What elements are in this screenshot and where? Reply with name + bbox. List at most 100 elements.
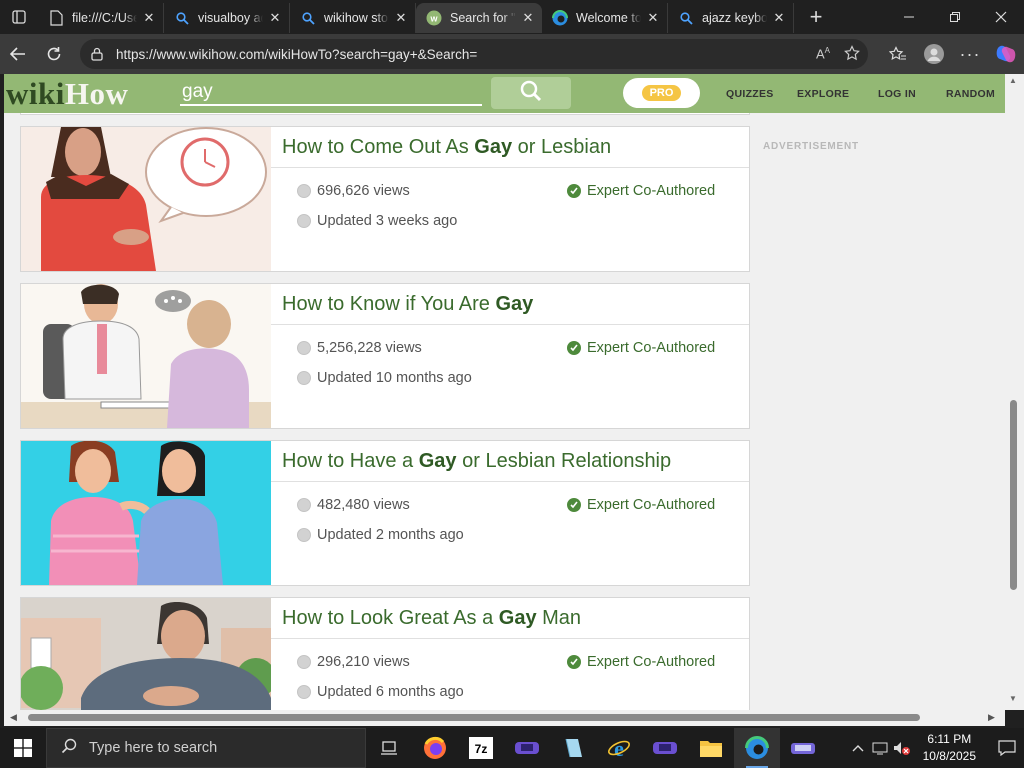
- eye-icon: [297, 184, 311, 198]
- close-tab-icon[interactable]: ✕: [771, 10, 787, 26]
- svg-text:w: w: [429, 14, 438, 24]
- result-thumbnail[interactable]: [21, 441, 271, 585]
- close-tab-icon[interactable]: ✕: [520, 10, 536, 26]
- new-tab-button[interactable]: +: [800, 2, 832, 32]
- gameboy-icon[interactable]: [642, 728, 688, 768]
- refresh-icon[interactable]: [36, 34, 72, 74]
- close-window-icon[interactable]: [978, 0, 1024, 34]
- nav-explore[interactable]: EXPLORE: [797, 74, 849, 113]
- notepad-icon[interactable]: [550, 728, 596, 768]
- horizontal-scrollbar[interactable]: ◀ ▶: [4, 710, 1005, 726]
- eye-icon: [297, 341, 311, 355]
- close-tab-icon[interactable]: ✕: [393, 10, 409, 26]
- tab-ajazz[interactable]: ajazz keyboard ✕: [668, 3, 794, 33]
- more-options-icon[interactable]: ···: [952, 34, 988, 74]
- wikihow-icon: w: [426, 10, 442, 26]
- tab-visualboy[interactable]: visualboy adv ✕: [164, 3, 290, 33]
- tab-file[interactable]: file:///C:/Users ✕: [38, 3, 164, 33]
- nav-quizzes[interactable]: QUIZZES: [726, 74, 774, 113]
- restore-icon[interactable]: [932, 0, 978, 34]
- pro-button[interactable]: PRO: [623, 78, 700, 108]
- search-icon: [174, 10, 190, 26]
- tab-welcome[interactable]: Welcome to ✕: [542, 3, 668, 33]
- gamepad-icon[interactable]: [780, 728, 826, 768]
- search-icon: [300, 10, 316, 26]
- updated-date: Updated 3 weeks ago: [297, 213, 457, 229]
- tab-actions-icon[interactable]: [0, 0, 38, 34]
- network-icon[interactable]: [869, 741, 891, 755]
- advertisement-label: ADVERTISEMENT: [763, 141, 859, 152]
- favorite-star-icon[interactable]: [844, 44, 860, 64]
- result-title-link[interactable]: How to Look Great As a Gay Man: [271, 598, 749, 639]
- result-title-link[interactable]: How to Have a Gay or Lesbian Relationshi…: [271, 441, 749, 482]
- search-result-card[interactable]: How to Have a Gay or Lesbian Relationshi…: [20, 440, 750, 586]
- scroll-left-icon[interactable]: ◀: [10, 712, 17, 723]
- tab-search-wikihow[interactable]: w Search for "g ✕: [416, 3, 542, 33]
- internet-explorer-icon[interactable]: e: [596, 728, 642, 768]
- views-count: 5,256,228 views: [297, 340, 422, 356]
- nav-login[interactable]: LOG IN: [878, 74, 916, 113]
- taskbar: Type here to search 7z e 6:11 PM 10/8/202…: [0, 728, 1024, 768]
- result-title-link[interactable]: How to Come Out As Gay or Lesbian: [271, 127, 749, 168]
- vertical-scrollbar[interactable]: ▲ ▼: [1005, 74, 1024, 710]
- result-title-link[interactable]: How to Know if You Are Gay: [271, 284, 749, 325]
- clock[interactable]: 6:11 PM 10/8/2025: [923, 731, 976, 765]
- notification-icon[interactable]: [990, 728, 1024, 768]
- scrollbar-thumb[interactable]: [28, 714, 920, 721]
- search-result-card[interactable]: How to Look Great As a Gay Man 296,210 v…: [20, 597, 750, 710]
- edge-icon[interactable]: [734, 728, 780, 768]
- gameboy-icon[interactable]: [504, 728, 550, 768]
- search-icon: [520, 80, 542, 107]
- result-thumbnail[interactable]: [21, 127, 271, 271]
- search-result-card[interactable]: How to Know if You Are Gay 5,256,228 vie…: [20, 283, 750, 429]
- file-explorer-icon[interactable]: [688, 728, 734, 768]
- tab-strip: file:///C:/Users ✕ visualboy adv ✕ wikih…: [0, 0, 1024, 34]
- result-thumbnail[interactable]: [21, 284, 271, 428]
- windows-start-icon[interactable]: [0, 728, 46, 768]
- close-tab-icon[interactable]: ✕: [645, 10, 661, 26]
- task-view-icon[interactable]: [366, 728, 412, 768]
- firefox-icon[interactable]: [412, 728, 458, 768]
- refresh-icon: [297, 214, 311, 228]
- read-aloud-icon[interactable]: AA: [816, 46, 830, 61]
- scrollbar-thumb[interactable]: [1010, 400, 1017, 590]
- check-icon: [567, 655, 581, 669]
- refresh-icon: [297, 685, 311, 699]
- edge-icon: [552, 10, 568, 26]
- close-tab-icon[interactable]: ✕: [267, 10, 283, 26]
- scroll-up-icon[interactable]: ▲: [1009, 76, 1017, 85]
- result-thumbnail[interactable]: [21, 598, 271, 710]
- address-bar-row: https://www.wikihow.com/wikiHowTo?search…: [0, 34, 1024, 74]
- views-count: 482,480 views: [297, 497, 410, 513]
- minimize-icon[interactable]: [886, 0, 932, 34]
- nav-random[interactable]: RANDOM: [946, 74, 995, 113]
- profile-avatar-icon[interactable]: [916, 34, 952, 74]
- volume-muted-icon[interactable]: [891, 741, 913, 755]
- copilot-icon[interactable]: [988, 34, 1024, 74]
- tab-wikihow-stop[interactable]: wikihow stop ✕: [290, 3, 416, 33]
- system-tray: 6:11 PM 10/8/2025: [847, 728, 1024, 768]
- taskbar-search-input[interactable]: Type here to search: [46, 728, 366, 768]
- svg-text:e: e: [614, 736, 624, 760]
- lock-icon[interactable]: [90, 47, 104, 61]
- eye-icon: [297, 498, 311, 512]
- scroll-right-icon[interactable]: ▶: [988, 712, 995, 723]
- 7zip-icon[interactable]: 7z: [458, 728, 504, 768]
- wikihow-logo[interactable]: wikiHow: [6, 76, 128, 112]
- expert-badge: Expert Co-Authored: [567, 654, 715, 670]
- wikihow-header: wikiHow gay PRO QUIZZES EXPLORE LOG IN R…: [4, 74, 1005, 113]
- favorites-icon[interactable]: [880, 34, 916, 74]
- url-field[interactable]: https://www.wikihow.com/wikiHowTo?search…: [80, 39, 868, 69]
- search-icon: [678, 10, 694, 26]
- search-button[interactable]: [491, 77, 571, 109]
- updated-date: Updated 2 months ago: [297, 527, 464, 543]
- close-tab-icon[interactable]: ✕: [141, 10, 157, 26]
- expert-badge: Expert Co-Authored: [567, 497, 715, 513]
- refresh-icon: [297, 371, 311, 385]
- scroll-down-icon[interactable]: ▼: [1009, 694, 1017, 703]
- search-result-card[interactable]: How to Come Out As Gay or Lesbian 696,62…: [20, 126, 750, 272]
- expert-badge: Expert Co-Authored: [567, 340, 715, 356]
- back-icon[interactable]: [0, 34, 36, 74]
- chevron-up-icon[interactable]: [847, 744, 869, 752]
- search-input[interactable]: gay: [180, 78, 482, 106]
